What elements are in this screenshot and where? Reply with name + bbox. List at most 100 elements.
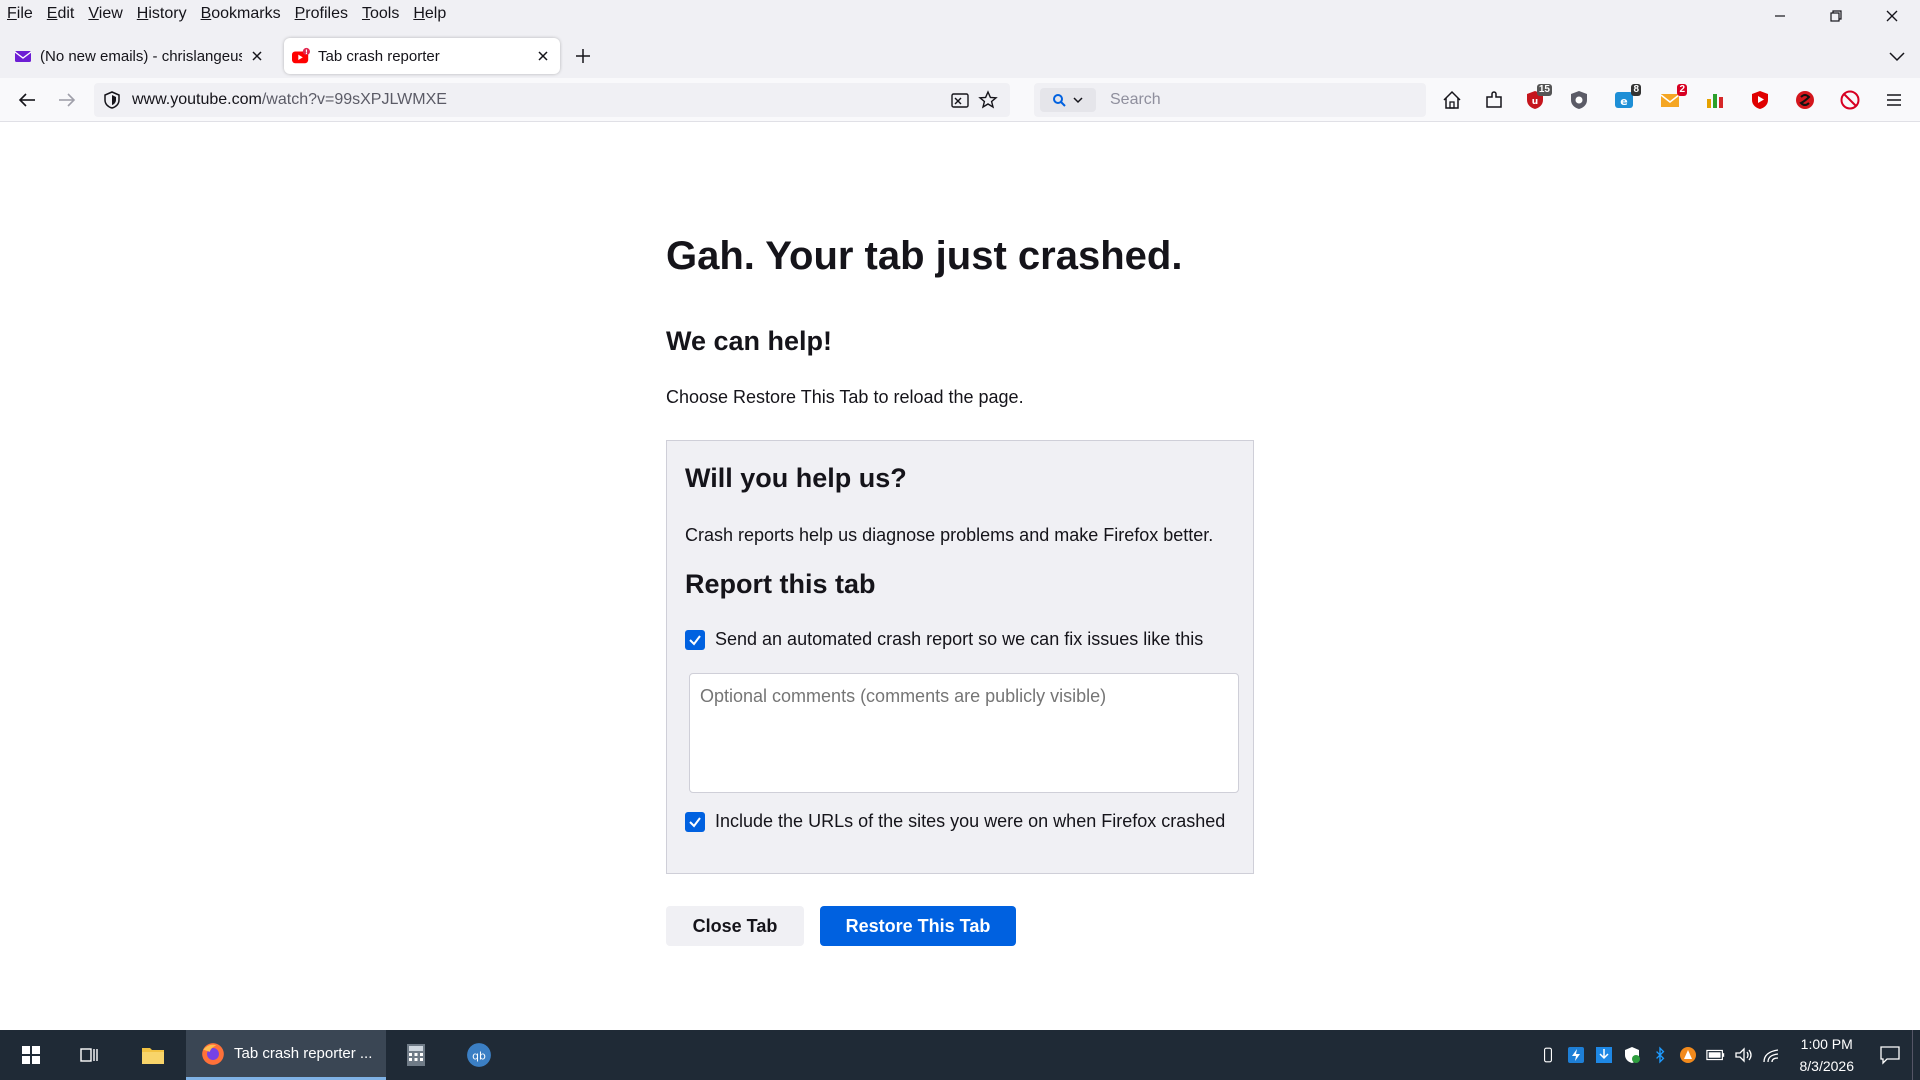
search-placeholder: Search	[1110, 91, 1161, 108]
reader-view-icon[interactable]	[950, 90, 970, 110]
firefox-icon	[202, 1042, 224, 1065]
task-view-button[interactable]	[68, 1030, 110, 1080]
extensions-button[interactable]	[1483, 89, 1505, 111]
shield-icon[interactable]	[102, 90, 122, 110]
windows-taskbar: Tab crash reporter ... qb 1:00 PM 8/3/20…	[0, 1030, 1920, 1080]
arrow-right-icon	[59, 93, 76, 107]
menu-view[interactable]: View	[81, 0, 129, 28]
menu-bar: File Edit View History Bookmarks Profile…	[0, 0, 1920, 28]
youtube-crash-icon: !	[292, 47, 310, 64]
blocker-extension-button[interactable]	[1839, 89, 1861, 111]
minimize-icon	[1775, 15, 1785, 17]
send-report-option[interactable]: Send an automated crash report so we can…	[685, 629, 1203, 650]
task-view-icon	[80, 1048, 98, 1062]
sponsorblock-extension-button[interactable]	[1794, 89, 1816, 111]
search-bar[interactable]: Search	[1034, 83, 1426, 117]
ublock-extension-button[interactable]: u 15	[1524, 84, 1552, 111]
notification-icon	[1880, 1046, 1900, 1065]
svg-text:u: u	[1532, 97, 1538, 107]
new-tab-button[interactable]	[572, 45, 594, 67]
restore-tab-button[interactable]: Restore This Tab	[820, 906, 1016, 946]
orange-extension-button[interactable]: 2	[1659, 84, 1687, 111]
svg-text:!: !	[305, 49, 308, 56]
panel-heading: Will you help us?	[685, 463, 907, 493]
svg-text:e: e	[1620, 95, 1627, 108]
send-report-label: Send an automated crash report so we can…	[715, 629, 1204, 649]
start-button[interactable]	[10, 1030, 52, 1080]
tab-title: Tab crash reporter	[318, 47, 440, 65]
tab-strip: (No new emails) - chrislangeusa ! Tab cr…	[0, 28, 1920, 78]
window-controls	[1752, 0, 1920, 28]
address-bar[interactable]: www.youtube.com/watch?v=99sXPJLWMXE	[94, 83, 1010, 117]
mail-icon	[14, 51, 32, 62]
menu-tools[interactable]: Tools	[355, 0, 406, 28]
menu-bookmarks[interactable]: Bookmarks	[194, 0, 288, 28]
system-tray: 1:00 PM 8/3/2026	[1534, 1030, 1920, 1080]
forward-button[interactable]	[56, 89, 78, 111]
send-report-checkbox[interactable]	[685, 629, 705, 650]
download-tray-icon[interactable]	[1590, 1030, 1618, 1080]
privacy-extension-button[interactable]	[1568, 89, 1590, 111]
svg-text:qb: qb	[472, 1049, 486, 1062]
url-text: www.youtube.com/watch?v=99sXPJLWMXE	[132, 91, 447, 108]
extension-badge: 8	[1631, 84, 1641, 96]
volume-tray-icon[interactable]	[1730, 1030, 1758, 1080]
menu-history[interactable]: History	[130, 0, 194, 28]
checkmark-icon	[689, 634, 701, 646]
menu-edit[interactable]: Edit	[40, 0, 82, 28]
bookmark-star-icon[interactable]	[978, 90, 998, 110]
search-icon	[1053, 94, 1066, 107]
puzzle-icon	[1486, 91, 1502, 108]
youtube-extension-button[interactable]	[1749, 89, 1771, 111]
checkmark-icon	[689, 816, 701, 828]
include-urls-checkbox[interactable]	[685, 811, 705, 832]
help-text: Choose Restore This Tab to reload the pa…	[666, 387, 1024, 407]
tab-crash-reporter[interactable]: ! Tab crash reporter	[284, 38, 560, 74]
calculator-button[interactable]	[395, 1030, 437, 1080]
crash-page: Gah. Your tab just crashed. We can help!…	[0, 122, 1920, 1030]
menu-profiles[interactable]: Profiles	[288, 0, 355, 28]
show-desktop-button[interactable]	[1912, 1030, 1920, 1080]
search-engine-selector[interactable]	[1040, 88, 1096, 112]
qbittorrent-button[interactable]: qb	[458, 1030, 500, 1080]
menu-file[interactable]: File	[0, 0, 40, 28]
taskbar-firefox-window[interactable]: Tab crash reporter ...	[186, 1030, 386, 1080]
qbittorrent-icon: qb	[467, 1043, 491, 1067]
comments-field[interactable]	[689, 673, 1239, 793]
list-all-tabs-button[interactable]	[1886, 45, 1908, 67]
tab-close-button[interactable]	[534, 47, 552, 65]
include-urls-label: Include the URLs of the sites you were o…	[715, 811, 1226, 831]
blue-extension-button[interactable]: e 8	[1613, 84, 1641, 111]
back-button[interactable]	[16, 89, 38, 111]
close-icon	[1886, 10, 1898, 22]
taskbar-clock[interactable]: 1:00 PM 8/3/2026	[1786, 1033, 1869, 1077]
vlc-tray-icon[interactable]	[1674, 1030, 1702, 1080]
stats-extension-button[interactable]	[1704, 89, 1726, 111]
security-tray-icon[interactable]	[1618, 1030, 1646, 1080]
navigation-bar: www.youtube.com/watch?v=99sXPJLWMXE Sear…	[0, 78, 1920, 122]
page-title: Gah. Your tab just crashed.	[666, 234, 1183, 278]
close-icon	[252, 51, 262, 61]
flash-tray-icon[interactable]	[1562, 1030, 1590, 1080]
home-button[interactable]	[1441, 89, 1463, 111]
block-icon	[1840, 90, 1860, 110]
file-explorer-button[interactable]	[132, 1030, 174, 1080]
include-urls-option[interactable]: Include the URLs of the sites you were o…	[685, 811, 1225, 832]
menu-help[interactable]: Help	[406, 0, 453, 28]
bar-chart-icon	[1707, 94, 1723, 108]
taskbar-firefox-label: Tab crash reporter ...	[234, 1045, 373, 1062]
tab-title: (No new emails) - chrislangeusa	[40, 47, 242, 65]
usb-tray-icon[interactable]	[1534, 1030, 1562, 1080]
battery-tray-icon[interactable]	[1702, 1030, 1730, 1080]
report-heading: Report this tab	[685, 569, 876, 599]
tab-close-button[interactable]	[248, 47, 266, 65]
clock-date: 8/3/2026	[1799, 1058, 1855, 1074]
hamburger-menu-icon	[1887, 94, 1901, 106]
close-tab-button[interactable]: Close Tab	[666, 906, 804, 946]
bluetooth-tray-icon[interactable]	[1646, 1030, 1674, 1080]
wifi-tray-icon[interactable]	[1758, 1030, 1786, 1080]
app-menu-button[interactable]	[1883, 89, 1905, 111]
action-center-button[interactable]	[1868, 1030, 1912, 1080]
clock-time: 1:00 PM	[1800, 1036, 1853, 1052]
tab-email[interactable]: (No new emails) - chrislangeusa	[6, 38, 274, 74]
